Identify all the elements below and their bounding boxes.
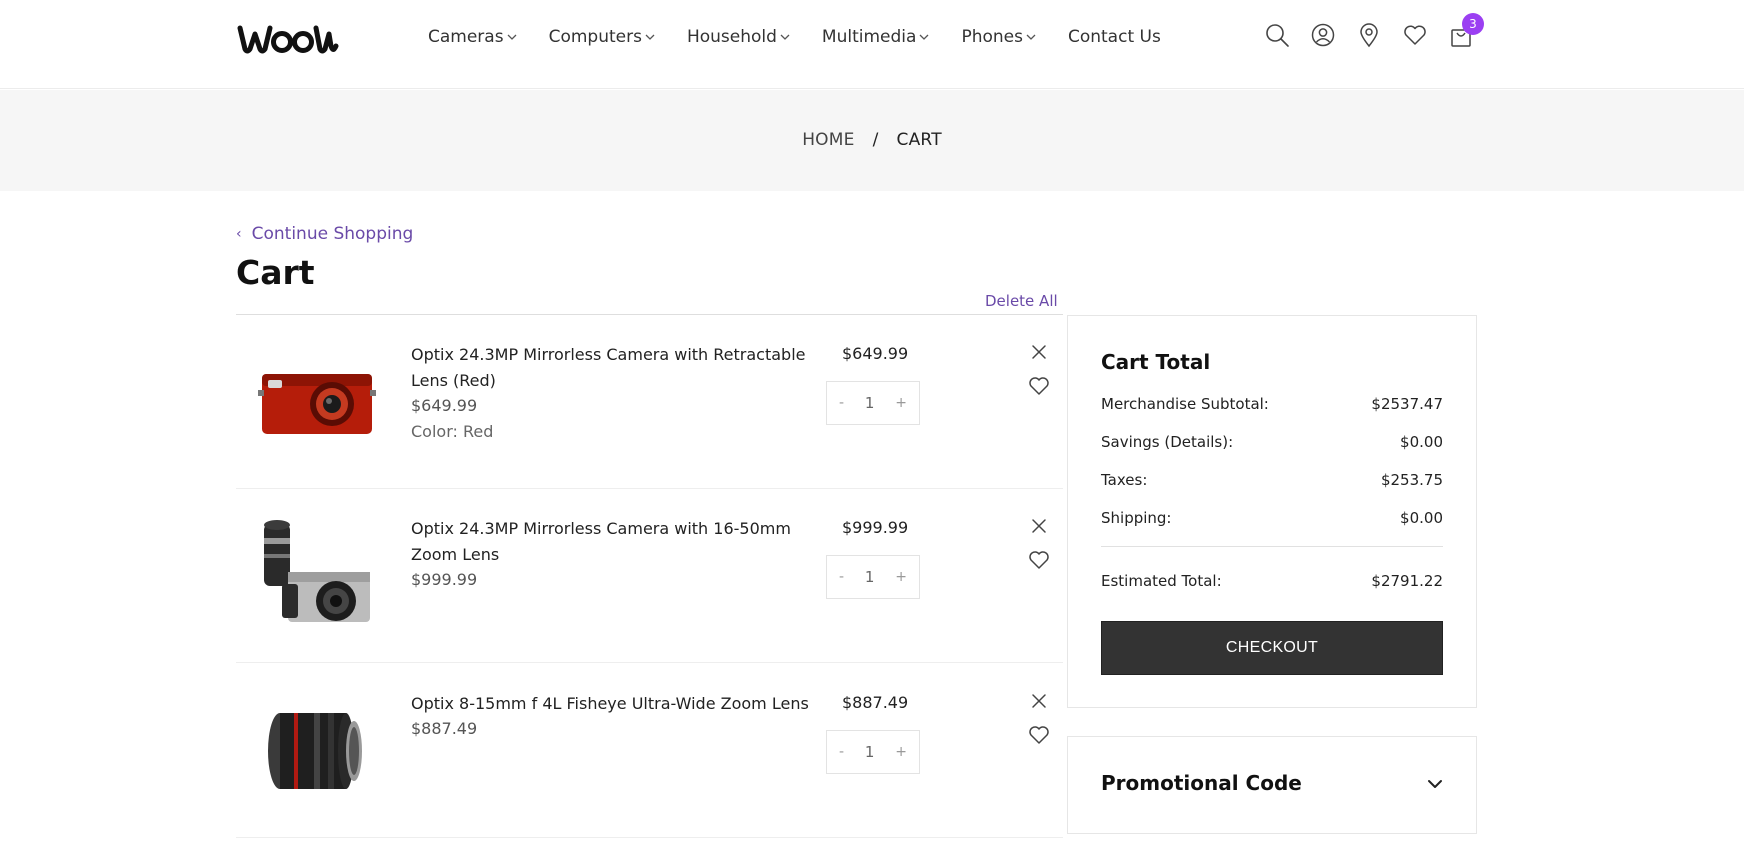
breadcrumb-home[interactable]: HOME [802, 130, 854, 150]
chevron-down-icon [645, 34, 655, 40]
row-value: $2791.22 [1371, 572, 1443, 590]
close-icon[interactable] [1030, 343, 1048, 361]
store-locator-button[interactable] [1356, 22, 1382, 48]
page-title: Cart [236, 253, 315, 292]
breadcrumb-separator: / [872, 130, 879, 150]
cart-total-panel: Cart Total Merchandise Subtotal: $2537.4… [1067, 315, 1477, 708]
divider [1101, 546, 1443, 547]
map-pin-icon [1360, 23, 1378, 48]
product-name[interactable]: Optix 24.3MP Mirrorless Camera with 16-5… [411, 516, 831, 568]
quantity-value[interactable]: 1 [865, 743, 875, 761]
product-color: Color: Red [411, 422, 494, 441]
nav-contact-us[interactable]: Contact Us [1068, 27, 1161, 47]
heart-icon[interactable] [1028, 550, 1050, 570]
woow-logo[interactable] [237, 22, 339, 56]
main-nav: Cameras Computers Household Multimedia P… [428, 27, 1193, 47]
row-value: $0.00 [1400, 433, 1443, 451]
quantity-stepper: - 1 + [826, 730, 920, 774]
row-label: Shipping: [1101, 509, 1172, 527]
nav-household[interactable]: Household [687, 27, 790, 47]
estimated-total-row: Estimated Total: $2791.22 [1101, 572, 1443, 590]
product-price: $649.99 [411, 396, 478, 415]
nav-label: Household [686, 27, 777, 47]
product-name[interactable]: Optix 8-15mm f 4L Fisheye Ultra-Wide Zoo… [411, 691, 831, 717]
chevron-down-icon [1428, 780, 1442, 788]
product-image-red-camera[interactable] [254, 340, 378, 464]
cart-item: Optix 8-15mm f 4L Fisheye Ultra-Wide Zoo… [236, 664, 1063, 838]
unit-price: $999.99 [842, 518, 909, 537]
chevron-down-icon [507, 34, 517, 40]
nav-label: Multimedia [821, 27, 917, 47]
savings-row[interactable]: Savings (Details): $0.00 [1101, 433, 1443, 451]
promo-code-accordion[interactable]: Promotional Code [1067, 736, 1477, 834]
nav-label: Computers [548, 27, 642, 47]
wishlist-button[interactable] [1402, 22, 1428, 48]
row-value: $2537.47 [1371, 395, 1443, 413]
cart-item: Optix 24.3MP Mirrorless Camera with 16-5… [236, 489, 1063, 663]
increase-quantity-button[interactable]: + [895, 569, 907, 585]
decrease-quantity-button[interactable]: - [839, 744, 844, 760]
shipping-row: Shipping: $0.00 [1101, 509, 1443, 527]
chevron-left-icon: ‹ [236, 226, 242, 242]
heart-icon[interactable] [1028, 376, 1050, 396]
nav-computers[interactable]: Computers [549, 27, 655, 47]
nav-cameras[interactable]: Cameras [428, 27, 517, 47]
cart-total-title: Cart Total [1101, 350, 1211, 374]
product-name[interactable]: Optix 24.3MP Mirrorless Camera with Retr… [411, 342, 831, 394]
continue-shopping-link[interactable]: ‹ Continue Shopping [236, 224, 413, 244]
cart-button[interactable]: 3 [1448, 13, 1484, 48]
row-value: $0.00 [1400, 509, 1443, 527]
quantity-stepper: - 1 + [826, 381, 920, 425]
close-icon[interactable] [1030, 692, 1048, 710]
increase-quantity-button[interactable]: + [895, 744, 907, 760]
search-button[interactable] [1264, 22, 1290, 48]
account-button[interactable] [1310, 22, 1336, 48]
breadcrumb: HOME / CART [0, 130, 1744, 150]
heart-icon [1404, 25, 1426, 45]
unit-price: $649.99 [842, 344, 909, 363]
decrease-quantity-button[interactable]: - [839, 395, 844, 411]
breadcrumb-band: HOME / CART [0, 90, 1744, 191]
nav-label: Phones [961, 27, 1023, 47]
row-label: Merchandise Subtotal: [1101, 395, 1269, 413]
close-icon[interactable] [1030, 517, 1048, 535]
chevron-down-icon [780, 34, 790, 40]
product-price: $999.99 [411, 570, 478, 589]
decrease-quantity-button[interactable]: - [839, 569, 844, 585]
increase-quantity-button[interactable]: + [895, 395, 907, 411]
chevron-down-icon [1026, 34, 1036, 40]
row-label: Savings (Details): [1101, 433, 1234, 451]
row-label: Estimated Total: [1101, 572, 1222, 590]
delete-all-link[interactable]: Delete All [985, 292, 1058, 310]
nav-multimedia[interactable]: Multimedia [822, 27, 930, 47]
row-label: Taxes: [1101, 471, 1148, 489]
header-icons: 3 [1264, 13, 1494, 48]
unit-price: $887.49 [842, 693, 909, 712]
continue-shopping-label: Continue Shopping [251, 224, 414, 244]
nav-phones[interactable]: Phones [961, 27, 1036, 47]
nav-label: Cameras [428, 27, 504, 47]
taxes-row: Taxes: $253.75 [1101, 471, 1443, 489]
chevron-down-icon [919, 34, 929, 40]
nav-label: Contact Us [1067, 27, 1161, 47]
cart-count-badge: 3 [1462, 13, 1484, 35]
search-icon [1266, 24, 1289, 47]
promo-code-title: Promotional Code [1101, 771, 1302, 795]
user-icon [1311, 23, 1335, 47]
product-price: $887.49 [411, 719, 478, 738]
heart-icon[interactable] [1028, 725, 1050, 745]
site-header: Cameras Computers Household Multimedia P… [0, 0, 1744, 89]
row-value: $253.75 [1380, 471, 1443, 489]
quantity-stepper: - 1 + [826, 555, 920, 599]
cart-item: Optix 24.3MP Mirrorless Camera with Retr… [236, 315, 1063, 489]
product-image-silver-camera-kit[interactable] [254, 514, 378, 638]
quantity-value[interactable]: 1 [865, 568, 875, 586]
checkout-button[interactable]: CHECKOUT [1101, 621, 1443, 675]
breadcrumb-current: CART [896, 130, 942, 150]
subtotal-row: Merchandise Subtotal: $2537.47 [1101, 395, 1443, 413]
product-image-fisheye-lens[interactable] [254, 689, 378, 813]
quantity-value[interactable]: 1 [865, 394, 875, 412]
